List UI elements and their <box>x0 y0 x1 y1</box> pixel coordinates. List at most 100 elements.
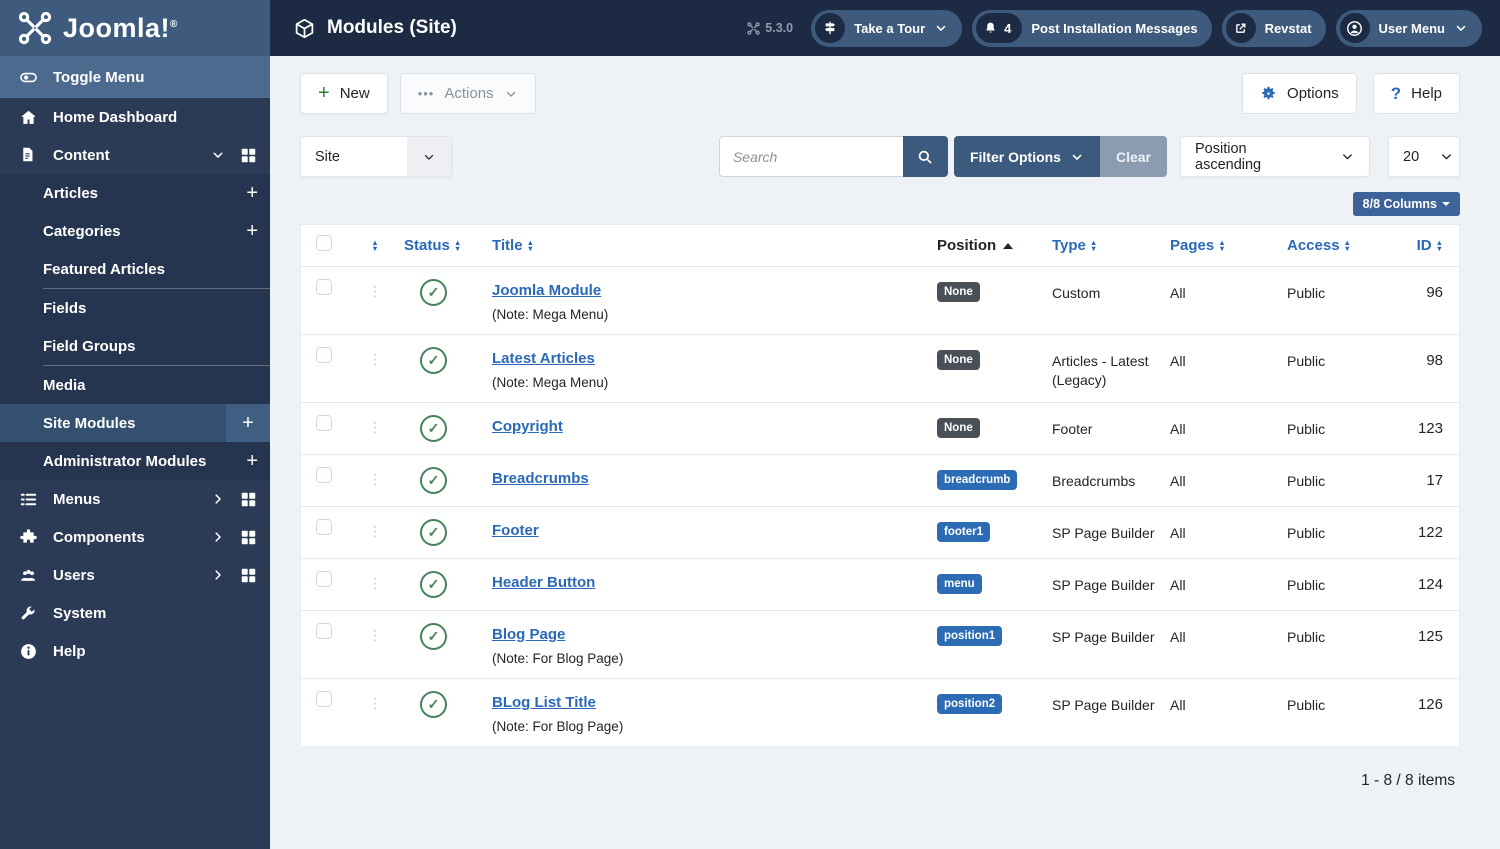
status-published-icon[interactable]: ✓ <box>420 623 447 650</box>
options-button[interactable]: Options <box>1242 73 1357 114</box>
toggle-menu-button[interactable]: Toggle Menu <box>0 56 270 98</box>
chevron-down-icon <box>1325 137 1369 176</box>
module-title-link[interactable]: Blog Page <box>492 626 565 643</box>
drag-handle-icon[interactable]: ⋮ <box>368 473 382 488</box>
user-menu-button[interactable]: User Menu <box>1335 9 1482 47</box>
clear-button[interactable]: Clear <box>1099 136 1167 177</box>
status-published-icon[interactable]: ✓ <box>420 467 447 494</box>
row-checkbox[interactable] <box>316 415 332 431</box>
row-checkbox[interactable] <box>316 467 332 483</box>
revstat-button[interactable]: Revstat <box>1221 9 1326 47</box>
chevron-right-icon <box>215 494 221 504</box>
new-button[interactable]: + New <box>300 73 388 114</box>
sidebar-item-components[interactable]: Components <box>0 518 270 556</box>
status-published-icon[interactable]: ✓ <box>420 691 447 718</box>
status-published-icon[interactable]: ✓ <box>420 347 447 374</box>
row-checkbox[interactable] <box>316 571 332 587</box>
sort-icon: ▲ ▼ <box>1218 237 1226 253</box>
main-content: + New ••• Actions Options ? Help Site Se… <box>270 56 1500 849</box>
sidebar-item-featured-articles[interactable]: Featured Articles <box>0 250 270 288</box>
table-header-row: ▲ ▼ Status ▲ ▼ Title ▲ ▼ Position Type ▲ ▼ Page… <box>301 225 1459 266</box>
sidebar-item-field-groups[interactable]: Field Groups <box>0 327 270 365</box>
module-title-link[interactable]: Breadcrumbs <box>492 470 589 487</box>
header-title[interactable]: Title ▲ ▼ <box>492 237 927 254</box>
module-title-link[interactable]: BLog List Title <box>492 694 596 711</box>
position-badge: position2 <box>937 694 1003 714</box>
drag-handle-icon[interactable]: ⋮ <box>368 285 382 300</box>
module-title-link[interactable]: Latest Articles <box>492 350 595 367</box>
toolbar: + New ••• Actions Options ? Help <box>270 56 1500 114</box>
sidebar-item-articles[interactable]: Articles + <box>0 174 270 212</box>
columns-toggle-button[interactable]: 8/8 Columns <box>1352 192 1460 216</box>
content-dashboard-grid-icon[interactable] <box>239 146 258 165</box>
sidebar-item-media[interactable]: Media <box>0 366 270 404</box>
select-all-checkbox[interactable] <box>316 235 332 251</box>
chevron-down-icon <box>407 137 451 176</box>
status-published-icon[interactable]: ✓ <box>420 279 447 306</box>
row-checkbox[interactable] <box>316 691 332 707</box>
search-button[interactable] <box>902 136 948 177</box>
header-type[interactable]: Type ▲ ▼ <box>1052 237 1163 254</box>
type-cell: SP Page Builder <box>1052 577 1155 593</box>
list-icon <box>19 490 38 509</box>
sidebar-item-system[interactable]: System <box>0 594 270 632</box>
module-title-link[interactable]: Copyright <box>492 418 563 435</box>
drag-handle-icon[interactable]: ⋮ <box>368 421 382 436</box>
sidebar-item-content[interactable]: Content <box>0 136 270 174</box>
add-administrator-module-button[interactable]: + <box>246 451 258 471</box>
post-installation-messages-button[interactable]: 4 Post Installation Messages <box>972 9 1212 47</box>
header-access[interactable]: Access ▲ ▼ <box>1287 237 1397 254</box>
add-site-module-button[interactable]: + <box>226 404 270 442</box>
module-title-link[interactable]: Header Button <box>492 574 595 591</box>
type-cell: Breadcrumbs <box>1052 473 1136 489</box>
page-title: Modules (Site) <box>294 17 457 39</box>
header-position[interactable]: Position <box>937 237 1045 254</box>
components-dashboard-grid-icon[interactable] <box>239 528 258 547</box>
ordering-sort-icon[interactable]: ▲ ▼ <box>371 238 378 252</box>
drag-handle-icon[interactable]: ⋮ <box>368 697 382 712</box>
take-a-tour-button[interactable]: Take a Tour <box>811 9 963 47</box>
type-cell: Custom <box>1052 285 1101 301</box>
drag-handle-icon[interactable]: ⋮ <box>368 353 382 368</box>
actions-button[interactable]: ••• Actions <box>399 73 536 114</box>
users-dashboard-grid-icon[interactable] <box>239 566 258 585</box>
items-count: 1 - 8 / 8 items <box>1361 772 1455 789</box>
sidebar-item-menus[interactable]: Menus <box>0 480 270 518</box>
sort-select[interactable]: Position ascending <box>1180 136 1370 177</box>
drag-handle-icon[interactable]: ⋮ <box>368 525 382 540</box>
row-checkbox[interactable] <box>316 347 332 363</box>
status-published-icon[interactable]: ✓ <box>420 519 447 546</box>
drag-handle-icon[interactable]: ⋮ <box>368 577 382 592</box>
client-select[interactable]: Site <box>300 136 452 177</box>
sidebar-item-fields[interactable]: Fields <box>0 289 270 327</box>
menus-dashboard-grid-icon[interactable] <box>239 490 258 509</box>
sidebar-item-help[interactable]: Help <box>0 632 270 670</box>
chevron-right-icon <box>215 570 221 580</box>
row-checkbox[interactable] <box>316 279 332 295</box>
sidebar-item-site-modules[interactable]: Site Modules + <box>0 404 270 442</box>
add-category-button[interactable]: + <box>246 221 258 241</box>
search-input[interactable] <box>718 136 903 177</box>
drag-handle-icon[interactable]: ⋮ <box>368 629 382 644</box>
sidebar-item-administrator-modules[interactable]: Administrator Modules + <box>0 442 270 480</box>
search-group <box>718 136 948 177</box>
access-cell: Public <box>1287 525 1326 541</box>
row-checkbox[interactable] <box>316 623 332 639</box>
limit-select[interactable]: 20 <box>1388 136 1460 177</box>
sidebar-item-home-dashboard[interactable]: Home Dashboard <box>0 98 270 136</box>
sidebar-item-categories[interactable]: Categories + <box>0 212 270 250</box>
row-checkbox[interactable] <box>316 519 332 535</box>
add-article-button[interactable]: + <box>246 183 258 203</box>
filter-options-button[interactable]: Filter Options <box>953 136 1100 177</box>
table-row: ⋮ ✓ Blog Page (Note: For Blog Page) posit… <box>301 610 1459 678</box>
sidebar-item-users[interactable]: Users <box>0 556 270 594</box>
id-cell: 126 <box>1417 696 1443 713</box>
module-title-link[interactable]: Joomla Module <box>492 282 601 299</box>
header-id[interactable]: ID ▲ ▼ <box>1417 237 1443 254</box>
module-title-link[interactable]: Footer <box>492 522 539 539</box>
header-pages[interactable]: Pages ▲ ▼ <box>1170 237 1279 254</box>
status-published-icon[interactable]: ✓ <box>420 415 447 442</box>
header-status[interactable]: Status ▲ ▼ <box>404 237 479 254</box>
status-published-icon[interactable]: ✓ <box>420 571 447 598</box>
help-button[interactable]: ? Help <box>1372 73 1460 114</box>
